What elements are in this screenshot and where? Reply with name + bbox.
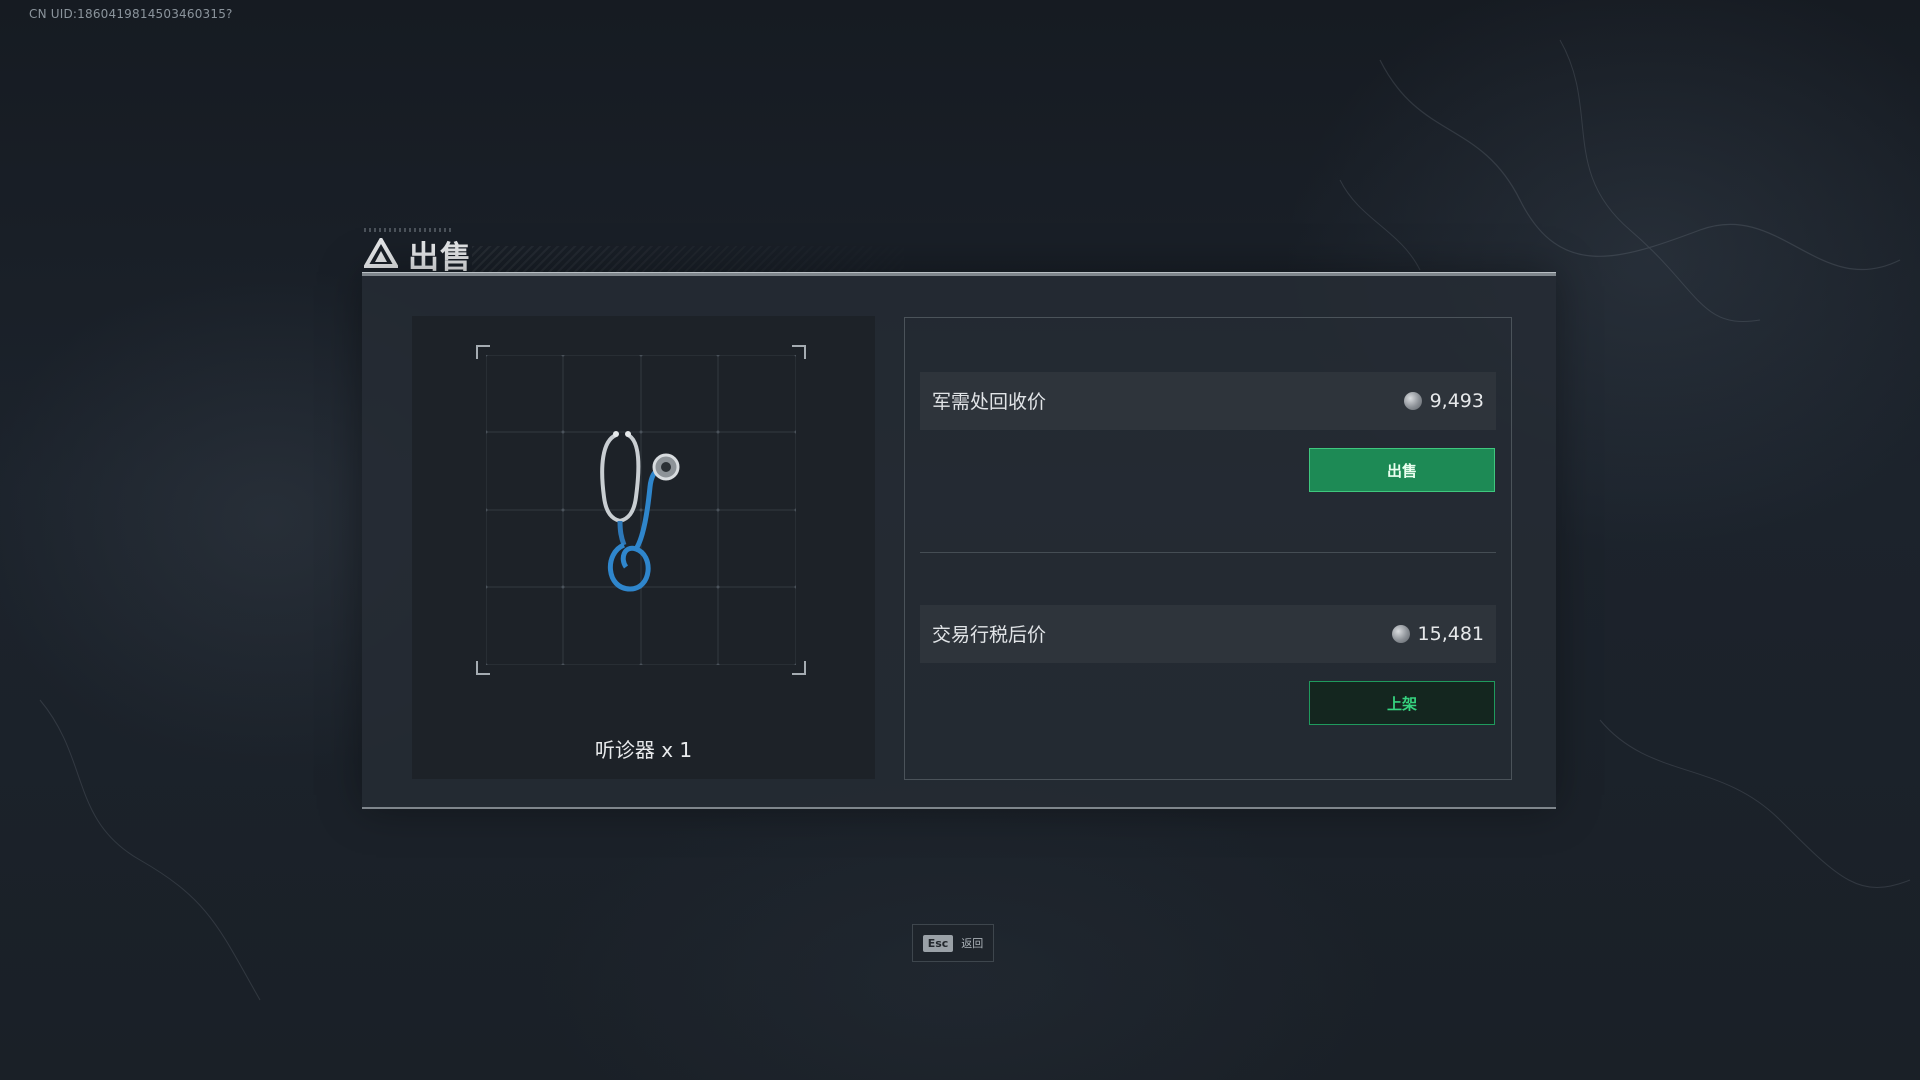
market-price-row: 交易行税后价 15,481 <box>920 605 1496 663</box>
item-grid <box>476 345 806 675</box>
triangle-logo-icon <box>364 238 398 268</box>
dialog-title: 出售 <box>408 240 472 276</box>
user-uid: CN UID:1860419814503460315? <box>29 7 233 21</box>
recycle-price: 9,493 <box>1429 390 1484 412</box>
dialog-header: 出售 <box>362 228 1556 276</box>
market-price-value: 15,481 <box>1391 623 1484 645</box>
esc-key: Esc <box>922 934 954 952</box>
recycle-price-value: 9,493 <box>1403 390 1484 412</box>
currency-icon <box>1391 625 1410 643</box>
currency-icon <box>1403 392 1422 410</box>
stethoscope-icon <box>600 431 680 592</box>
frame-corner <box>476 661 490 675</box>
frame-corner <box>792 345 806 359</box>
market-price-label: 交易行税后价 <box>932 624 1047 646</box>
back-button[interactable]: Esc 返回 <box>912 924 994 962</box>
frame-corner <box>476 345 490 359</box>
recycle-price-label: 军需处回收价 <box>932 391 1047 413</box>
section-divider <box>920 552 1496 553</box>
item-preview: 听诊器 x 1 <box>412 316 875 779</box>
sell-button[interactable]: 出售 <box>1309 448 1495 492</box>
sell-dialog: 听诊器 x 1 军需处回收价 9,493 出售 交易行税后价 15,481 上架 <box>362 272 1556 809</box>
item-name: 听诊器 x 1 <box>594 738 693 762</box>
panel-top-line <box>362 272 1556 273</box>
market-price: 15,481 <box>1417 623 1484 645</box>
frame-corner <box>792 661 806 675</box>
back-label: 返回 <box>961 937 984 950</box>
list-on-market-button[interactable]: 上架 <box>1309 681 1495 725</box>
price-section: 军需处回收价 9,493 出售 交易行税后价 15,481 上架 <box>904 317 1512 780</box>
recycle-price-row: 军需处回收价 9,493 <box>920 372 1496 430</box>
header-hatch <box>472 246 952 272</box>
